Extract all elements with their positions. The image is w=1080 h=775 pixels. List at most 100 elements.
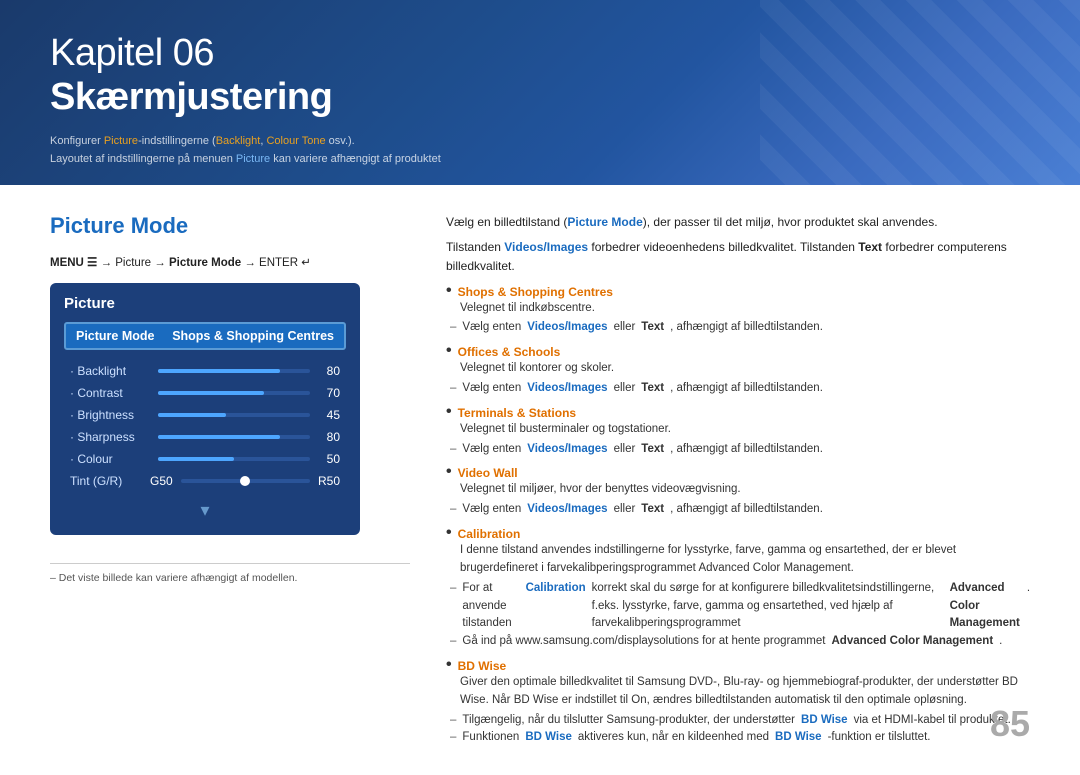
header-subtitle: Konfigurer Picture-indstillingerne (Back…: [50, 133, 1030, 168]
bullet-dot: •: [446, 657, 452, 673]
dash-list: Vælg enten Videos/Images eller Text, afh…: [450, 380, 1030, 398]
scroll-arrow-row: ▾: [64, 500, 346, 521]
bullet-dot: •: [446, 283, 452, 299]
row-bar: [158, 435, 310, 439]
tv-row: · Brightness 45: [64, 404, 346, 426]
row-label: · Brightness: [70, 408, 150, 422]
bullet-title-text: Terminals & Stations: [458, 406, 576, 420]
tint-label: Tint (G/R): [70, 474, 150, 488]
row-bar-fill: [158, 391, 264, 395]
list-item: • Calibration I denne tilstand anvendes …: [446, 527, 1030, 651]
list-item: • Video Wall Velegnet til miljøer, hvor …: [446, 466, 1030, 519]
footnote: – Det viste billede kan variere afhængig…: [50, 563, 410, 584]
row-value: 45: [318, 408, 340, 422]
bullet-body: Velegnet til busterminaler og togstation…: [460, 421, 1030, 439]
list-item: • BD Wise Giver den optimale billedkvali…: [446, 659, 1030, 747]
dash-item: Vælg enten Videos/Images eller Text, afh…: [450, 441, 1030, 459]
dash-item: Tilgængelig, når du tilslutter Samsung-p…: [450, 712, 1030, 730]
page-title: Skærmjustering: [50, 76, 1030, 120]
row-bar: [158, 391, 310, 395]
bullet-title: • Shops & Shopping Centres: [446, 285, 1030, 299]
dash-list: Vælg enten Videos/Images eller Text, afh…: [450, 501, 1030, 519]
bullet-body: Velegnet til indkøbscentre.: [460, 300, 1030, 318]
dash-item: Vælg enten Videos/Images eller Text, afh…: [450, 501, 1030, 519]
intro-text-2: Tilstanden Videos/Images forbedrer video…: [446, 238, 1030, 276]
bullet-title: • Calibration: [446, 527, 1030, 541]
bullet-dot: •: [446, 464, 452, 480]
bullet-list: • Shops & Shopping Centres Velegnet til …: [446, 285, 1030, 748]
bullet-body: Velegnet til miljøer, hvor der benyttes …: [460, 481, 1030, 499]
bullet-dot: •: [446, 525, 452, 541]
dash-list: Tilgængelig, når du tilslutter Samsung-p…: [450, 712, 1030, 748]
picture-mode-title: Picture Mode: [50, 213, 410, 239]
dash-list: Vælg enten Videos/Images eller Text, afh…: [450, 319, 1030, 337]
tv-row: · Sharpness 80: [64, 426, 346, 448]
header: Kapitel 06 Skærmjustering Konfigurer Pic…: [0, 0, 1080, 185]
row-bar: [158, 413, 310, 417]
row-label: · Colour: [70, 452, 150, 466]
dash-item: For at anvende tilstanden Calibration ko…: [450, 580, 1030, 633]
selected-mode-right: Shops & Shopping Centres: [172, 329, 334, 343]
row-label: · Contrast: [70, 386, 150, 400]
header-sub2: Layoutet af indstillingerne på menuen Pi…: [50, 151, 1030, 169]
menu-path: MENU ☰ → Picture → Picture Mode → ENTER …: [50, 255, 410, 269]
dash-item: Vælg enten Videos/Images eller Text, afh…: [450, 319, 1030, 337]
list-item: • Shops & Shopping Centres Velegnet til …: [446, 285, 1030, 338]
row-value: 80: [318, 364, 340, 378]
row-label: · Backlight: [70, 364, 150, 378]
bullet-title: • Offices & Schools: [446, 345, 1030, 359]
bullet-title: • Video Wall: [446, 466, 1030, 480]
tint-track: [181, 479, 310, 483]
row-bar-fill: [158, 413, 226, 417]
bullet-body: Velegnet til kontorer og skoler.: [460, 360, 1030, 378]
tv-rows: · Backlight 80 · Contrast 70 · Brightnes…: [64, 360, 346, 470]
tint-thumb: [240, 476, 250, 486]
bullet-dot: •: [446, 343, 452, 359]
row-bar-fill: [158, 369, 280, 373]
row-bar-fill: [158, 435, 280, 439]
bullet-title-text: Video Wall: [458, 466, 518, 480]
bullet-dot: •: [446, 404, 452, 420]
panel-title: Picture: [64, 295, 346, 312]
row-bar: [158, 369, 310, 373]
bullet-title-text: Calibration: [458, 527, 521, 541]
row-bar: [158, 457, 310, 461]
tint-row: Tint (G/R) G50 R50: [64, 470, 346, 492]
tv-picture-panel: Picture Picture Mode Shops & Shopping Ce…: [50, 283, 360, 535]
left-column: Picture Mode MENU ☰ → Picture → Picture …: [50, 213, 410, 755]
dash-item: Gå ind på www.samsung.com/displaysolutio…: [450, 633, 1030, 651]
dash-item: Vælg enten Videos/Images eller Text, afh…: [450, 380, 1030, 398]
bullet-title: • Terminals & Stations: [446, 406, 1030, 420]
row-value: 70: [318, 386, 340, 400]
selected-mode-left: Picture Mode: [76, 329, 155, 343]
right-column: Vælg en billedtilstand (Picture Mode), d…: [446, 213, 1030, 755]
list-item: • Terminals & Stations Velegnet til bust…: [446, 406, 1030, 459]
bullet-title: • BD Wise: [446, 659, 1030, 673]
content-area: Picture Mode MENU ☰ → Picture → Picture …: [0, 185, 1080, 775]
intro-text-1: Vælg en billedtilstand (Picture Mode), d…: [446, 213, 1030, 232]
tv-row: · Backlight 80: [64, 360, 346, 382]
bullet-title-text: Shops & Shopping Centres: [458, 285, 613, 299]
row-value: 80: [318, 430, 340, 444]
tv-row: · Colour 50: [64, 448, 346, 470]
dash-list: Vælg enten Videos/Images eller Text, afh…: [450, 441, 1030, 459]
tv-row: · Contrast 70: [64, 382, 346, 404]
dash-item: Funktionen BD Wise aktiveres kun, når en…: [450, 729, 1030, 747]
row-label: · Sharpness: [70, 430, 150, 444]
scroll-down-icon: ▾: [200, 500, 209, 521]
selected-mode-row[interactable]: Picture Mode Shops & Shopping Centres: [64, 322, 346, 350]
dash-list: For at anvende tilstanden Calibration ko…: [450, 580, 1030, 651]
bullet-title-text: BD Wise: [458, 659, 507, 673]
chapter-label: Kapitel 06: [50, 32, 1030, 76]
header-sub1: Konfigurer Picture-indstillingerne (Back…: [50, 133, 1030, 151]
page-number: 85: [990, 703, 1030, 745]
bullet-body: I denne tilstand anvendes indstillingern…: [460, 542, 1030, 578]
bullet-title-text: Offices & Schools: [458, 345, 561, 359]
list-item: • Offices & Schools Velegnet til kontore…: [446, 345, 1030, 398]
tint-g-value: G50: [150, 474, 173, 488]
row-bar-fill: [158, 457, 234, 461]
tint-r-value: R50: [318, 474, 340, 488]
row-value: 50: [318, 452, 340, 466]
footnote-text: – Det viste billede kan variere afhængig…: [50, 572, 410, 584]
bullet-body: Giver den optimale billedkvalitet til Sa…: [460, 674, 1030, 710]
